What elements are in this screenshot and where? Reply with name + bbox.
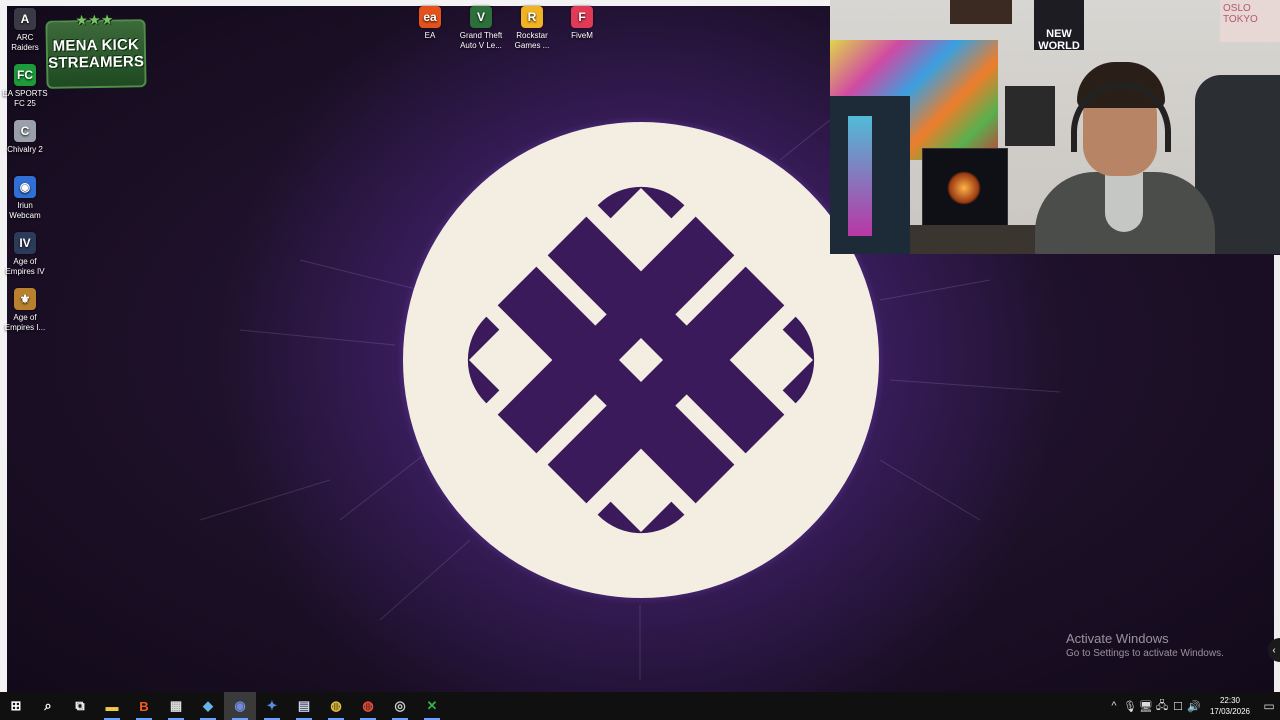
windows-start-icon: ⊞ [10,698,22,713]
taskbar-obs-button[interactable]: ◎ [384,692,416,720]
watermark-subtitle: Go to Settings to activate Windows. [1066,648,1224,659]
desktop-icon-0[interactable]: A ARC Raiders [2,8,48,53]
microphone-icon[interactable]: 🎙 [1122,692,1138,720]
desktop-icon-label: Age of Empires I... [4,313,46,332]
app-icon: ea [419,6,441,28]
chrome-2-icon: ◍ [362,698,374,713]
app-icon: R [521,6,543,28]
poster-text: NEW WORLD [1038,28,1080,52]
app-icon: V [470,6,492,28]
app-icon: ◉ [14,176,36,198]
xbox-icon: ✕ [426,698,438,713]
tray-icons: ^ 🎙 🖥 🖧 ☐ 🔊 [1106,692,1202,720]
badge-stars: ★★★ [76,12,115,28]
system-tray: ^ 🎙 🖥 🖧 ☐ 🔊 22:30 17/03/2026 ▭ [1106,692,1280,720]
badge-line-2: STREAMERS [48,53,145,72]
taskbar-notes-button[interactable]: ◆ [192,692,224,720]
desktop-icon-label: EA SPORTS FC 25 [2,89,48,108]
clock-time: 22:30 [1219,696,1241,705]
watermark-title: Activate Windows [1066,631,1169,646]
taskbar-windows-start-button[interactable]: ⊞ [0,692,32,720]
hoodie [1035,172,1215,254]
show-hidden-icons-icon[interactable]: ^ [1106,692,1122,720]
activate-windows-watermark: Activate Windows Go to Settings to activ… [1066,631,1224,661]
desktop-icon-label: FiveM [571,31,593,40]
display-icon[interactable]: 🖥 [1138,692,1154,720]
document-icon: ▤ [297,698,311,713]
desktop-icon-3[interactable]: ◉ Iriun Webcam [2,176,48,221]
desktop-icon-label: Chivalry 2 [7,145,43,154]
wall-poster [950,0,1012,24]
desktop-icon-label: Age of Empires IV [5,257,45,276]
poster-city-text: OSLO TOKYO [1223,3,1258,25]
window-edge-right [1274,255,1280,692]
volume-icon[interactable]: 🔊 [1186,692,1202,720]
city-poster: OSLO TOKYO [1220,0,1280,42]
desktop-icon-label: Rockstar Games ... [514,31,550,50]
taskbar-xbox-button[interactable]: ✕ [416,692,448,720]
taskbar-chrome-2-button[interactable]: ◍ [352,692,384,720]
desktop-icon-2[interactable]: C Chivalry 2 [2,120,48,155]
desktop-icon-label: Iriun Webcam [9,201,41,220]
app-icon: C [14,120,36,142]
store-icon: ▦ [169,698,183,713]
notes-icon: ◆ [203,698,213,713]
badge-line-1: MENA KICK [52,36,140,55]
taskbar-chrome-button[interactable]: ◍ [320,692,352,720]
desktop-icon-5[interactable]: ⚜ Age of Empires I... [2,288,48,333]
taskbar-search-button[interactable]: ⌕ [32,692,64,720]
clock-date: 17/03/2026 [1209,707,1251,716]
taskbar-task-view-button[interactable]: ⧉ [64,692,96,720]
new-world-poster: NEW WORLD [1034,0,1084,52]
desktop-icon-top-0[interactable]: ea EA [407,6,453,41]
wallpaper-logo [397,116,885,604]
taskbar-store-button[interactable]: ▦ [160,692,192,720]
taskbar-brave-button[interactable]: B [128,692,160,720]
app-icon: A [14,8,36,30]
obs-icon: ◎ [394,698,406,713]
taskbar: ⊞ ⌕ ⧉ ▬ B ▦ ◆ ◉ ✦ ▤ ◍ ◍ ◎ ✕ ^ 🎙 🖥 🖧 ☐ 🔊 22:30 17/03/2026 ▭ [0,692,1280,720]
desktop-icon-label: EA [424,31,436,40]
mena-kick-streamers-badge: ★★★ MENA KICK STREAMERS [45,13,147,89]
clock[interactable]: 22:30 17/03/2026 [1202,695,1258,717]
chrome-icon: ◍ [330,698,342,713]
taskbar-discord-button[interactable]: ◉ [224,692,256,720]
app-icon: FC [14,64,36,86]
network-icon[interactable]: 🖧 [1154,692,1170,720]
taskbar-apps: ⊞ ⌕ ⧉ ▬ B ▦ ◆ ◉ ✦ ▤ ◍ ◍ ◎ ✕ [0,692,448,720]
desktop-icon-4[interactable]: IV Age of Empires IV [2,232,48,277]
discord-icon: ◉ [234,698,246,713]
taskbar-tool-button[interactable]: ✦ [256,692,288,720]
file-explorer-icon: ▬ [105,698,119,714]
desktop-icon-label: Grand Theft Auto V Le... [459,31,503,50]
search-icon: ⌕ [44,698,52,713]
webcam-overlay: NEW WORLD OSLO TOKYO [830,0,1280,254]
desktop-icon-top-3[interactable]: F FiveM [559,6,605,41]
tool-icon: ✦ [266,698,278,713]
app-icon: IV [14,232,36,254]
battery-icon[interactable]: ☐ [1170,692,1186,720]
app-icon: F [571,6,593,28]
notification-icon[interactable]: ▭ [1258,692,1280,720]
taskbar-document-button[interactable]: ▤ [288,692,320,720]
gpu-box [922,148,1008,230]
desktop-icon-top-2[interactable]: R Rockstar Games ... [509,6,555,51]
desktop-icon-top-1[interactable]: V Grand Theft Auto V Le... [458,6,504,51]
app-icon: ⚜ [14,288,36,310]
task-view-icon: ⧉ [75,698,85,713]
taskbar-file-explorer-button[interactable]: ▬ [96,692,128,720]
brave-icon: B [139,698,149,714]
desktop-icon-1[interactable]: FC EA SPORTS FC 25 [2,64,48,109]
pc-case [830,96,910,254]
streamer [1035,62,1215,254]
desktop-icon-label: ARC Raiders [11,33,39,52]
